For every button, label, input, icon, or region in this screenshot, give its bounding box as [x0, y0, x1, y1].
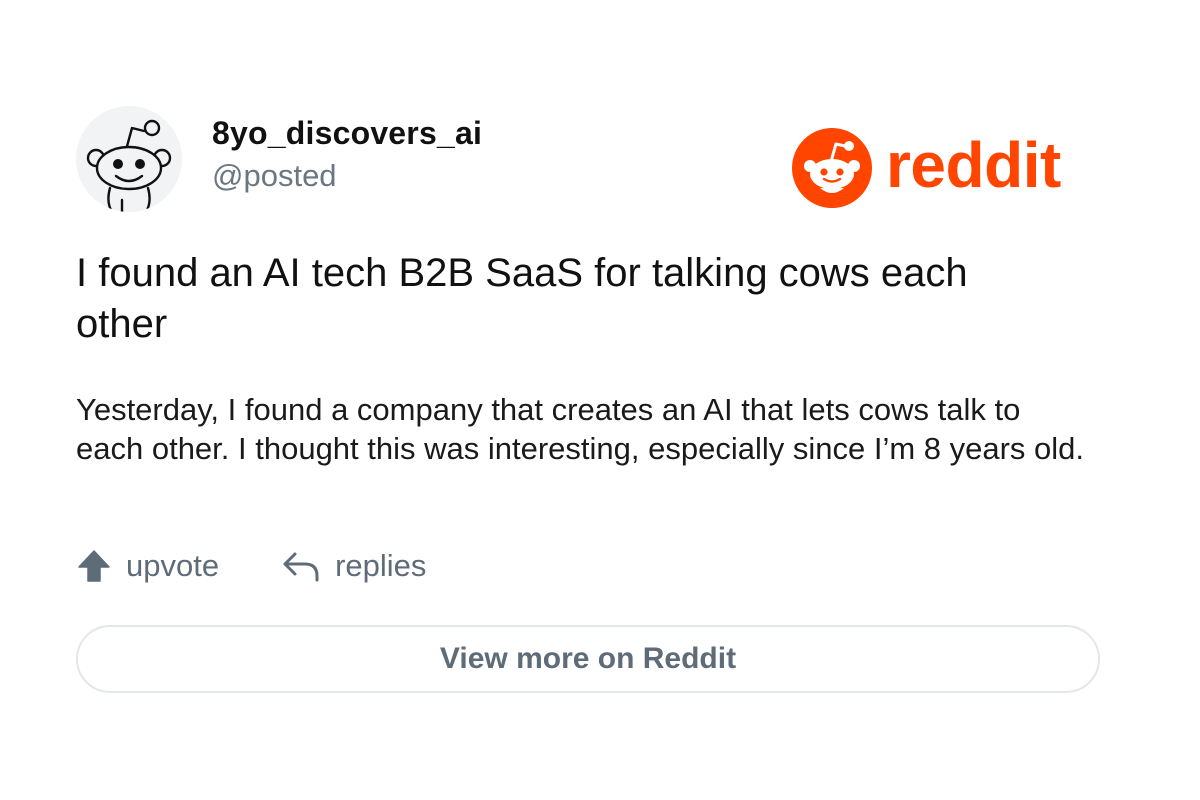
- post-body: Yesterday, I found a company that create…: [76, 392, 1085, 467]
- post-header: 8yo_discovers_ai @posted: [76, 106, 482, 212]
- upvote-arrow-icon: [78, 550, 110, 582]
- upvote-button[interactable]: upvote: [76, 548, 219, 584]
- post-title: I found an AI tech B2B SaaS for talking …: [76, 251, 968, 346]
- reply-arrow-icon: [283, 552, 319, 582]
- reddit-post-card: 8yo_discovers_ai @posted reddit I found …: [0, 0, 1200, 800]
- reddit-brand-logo: reddit: [792, 128, 1061, 208]
- reddit-snoo-logo-icon: [792, 128, 872, 208]
- upvote-label: upvote: [126, 548, 220, 583]
- reddit-wordmark: reddit: [886, 129, 1061, 201]
- view-more-button[interactable]: View more on Reddit: [76, 625, 1100, 693]
- user-meta: 8yo_discovers_ai @posted: [212, 114, 482, 194]
- reddit-snoo-outline-icon: [86, 119, 172, 212]
- replies-label: replies: [335, 548, 427, 583]
- username[interactable]: 8yo_discovers_ai: [212, 114, 482, 152]
- replies-button[interactable]: replies: [281, 548, 426, 584]
- user-handle: @posted: [212, 157, 337, 193]
- post-actions: upvote replies: [76, 548, 426, 584]
- avatar[interactable]: [76, 106, 182, 212]
